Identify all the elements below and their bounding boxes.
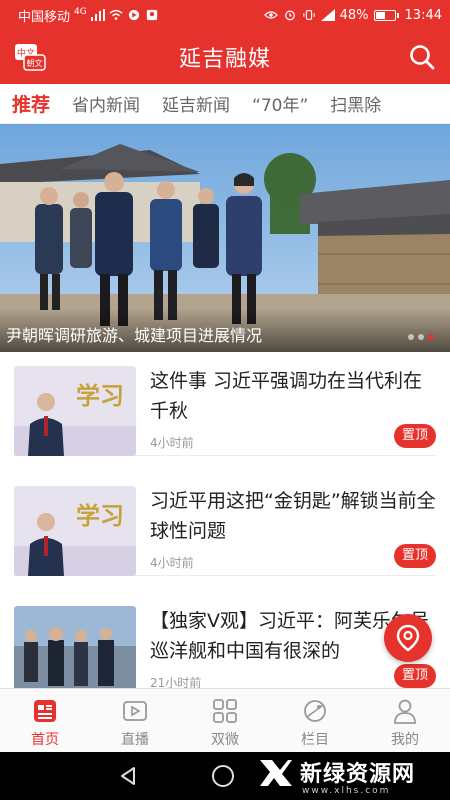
watermark-text: 新绿资源网 <box>300 762 416 787</box>
watermark: 新绿资源网 www.xlhs.com <box>258 756 416 796</box>
article-thumbnail: 学习 <box>14 366 136 456</box>
tab-province-news[interactable]: 省内新闻 <box>72 91 140 116</box>
app-title: 延吉融媒 <box>178 47 271 72</box>
logo-text-bottom: 朝文 <box>27 58 43 68</box>
list-item[interactable]: 学习 这件事 习近平强调功在当代利在千秋 4小时前 置顶 <box>14 352 436 456</box>
news-icon <box>34 700 56 722</box>
app-header: 中文 朝文 延吉融媒 <box>0 30 450 84</box>
battery-percent: 48% <box>339 7 369 23</box>
bottom-navigation: 首页 直播 双微 栏目 我的 <box>0 688 450 752</box>
system-navigation-bar: 新绿资源网 www.xlhs.com <box>0 752 450 800</box>
nav-label: 栏目 <box>301 732 329 748</box>
carousel-dot-active <box>428 334 434 340</box>
location-pin-icon <box>396 624 420 652</box>
network-label: 4G <box>74 7 87 17</box>
grid-icon <box>213 699 237 723</box>
pinned-badge: 置顶 <box>394 424 436 448</box>
banner-caption: 尹朝晖调研旅游、城建项目进展情况 <box>0 308 450 352</box>
vibrate-icon <box>302 10 315 20</box>
watermark-logo-icon <box>260 760 292 786</box>
article-time: 4小时前 <box>150 436 194 450</box>
search-icon[interactable] <box>408 43 436 71</box>
article-title: 这件事 习近平强调功在当代利在千秋 <box>150 370 423 422</box>
home-icon[interactable] <box>212 765 234 787</box>
carrier-label: 中国移动 <box>18 9 71 25</box>
nav-label: 我的 <box>391 732 419 748</box>
pinned-badge: 置顶 <box>394 544 436 568</box>
signal-icon-2 <box>320 9 335 21</box>
list-item[interactable]: 【独家V观】习近平：阿芙乐尔号巡洋舰和中国有很深的 21小时前 置顶 <box>14 592 436 688</box>
notification-app-icon <box>146 9 157 21</box>
clock: 13:44 <box>404 7 442 23</box>
news-feed: 学习 这件事 习近平强调功在当代利在千秋 4小时前 置顶 学习 习近平用这把“金… <box>0 352 450 688</box>
carousel-indicator <box>408 334 434 340</box>
eye-icon <box>263 11 278 19</box>
tab-70-years[interactable]: “70年” <box>252 91 308 116</box>
language-switch-icon[interactable]: 中文 朝文 <box>14 42 46 72</box>
live-icon <box>123 701 147 721</box>
user-icon <box>394 699 416 724</box>
signal-icon <box>90 9 105 21</box>
location-button[interactable] <box>384 614 432 662</box>
tab-anti-crime[interactable]: 扫黑除 <box>330 91 381 116</box>
nav-columns[interactable]: 栏目 <box>270 689 360 752</box>
banner-carousel[interactable]: 尹朝晖调研旅游、城建项目进展情况 <box>0 124 450 352</box>
article-thumbnail <box>14 606 136 688</box>
tab-yanji-news[interactable]: 延吉新闻 <box>162 91 230 116</box>
nav-home[interactable]: 首页 <box>0 689 90 752</box>
status-bar: 中国移动 4G 48% 13:44 <box>0 0 450 30</box>
thumb-text: 学习 <box>76 381 124 410</box>
article-time: 4小时前 <box>150 556 194 570</box>
nav-mine[interactable]: 我的 <box>360 689 450 752</box>
nav-social[interactable]: 双微 <box>180 689 270 752</box>
article-thumbnail: 学习 <box>14 486 136 576</box>
back-icon[interactable] <box>118 766 138 786</box>
nav-label: 直播 <box>121 732 149 748</box>
nav-live[interactable]: 直播 <box>90 689 180 752</box>
carousel-dot <box>418 334 424 340</box>
category-tabs: 推荐 省内新闻 延吉新闻 “70年” 扫黑除 <box>0 84 450 124</box>
article-time: 21小时前 <box>150 676 202 688</box>
battery-icon <box>373 9 399 21</box>
nav-label: 双微 <box>211 732 239 748</box>
tab-recommend[interactable]: 推荐 <box>12 90 50 117</box>
pinned-badge: 置顶 <box>394 664 436 688</box>
watermark-url: www.xlhs.com <box>302 786 391 796</box>
media-app-icon <box>128 9 139 21</box>
alarm-icon <box>284 10 295 21</box>
article-title: 习近平用这把“金钥匙”解锁当前全球性问题 <box>150 490 436 542</box>
planet-icon <box>304 700 326 722</box>
carousel-dot <box>408 334 414 340</box>
nav-label: 首页 <box>31 732 59 748</box>
list-item[interactable]: 学习 习近平用这把“金钥匙”解锁当前全球性问题 4小时前 置顶 <box>14 472 436 576</box>
wifi-icon <box>109 9 123 20</box>
thumb-text: 学习 <box>76 501 124 530</box>
